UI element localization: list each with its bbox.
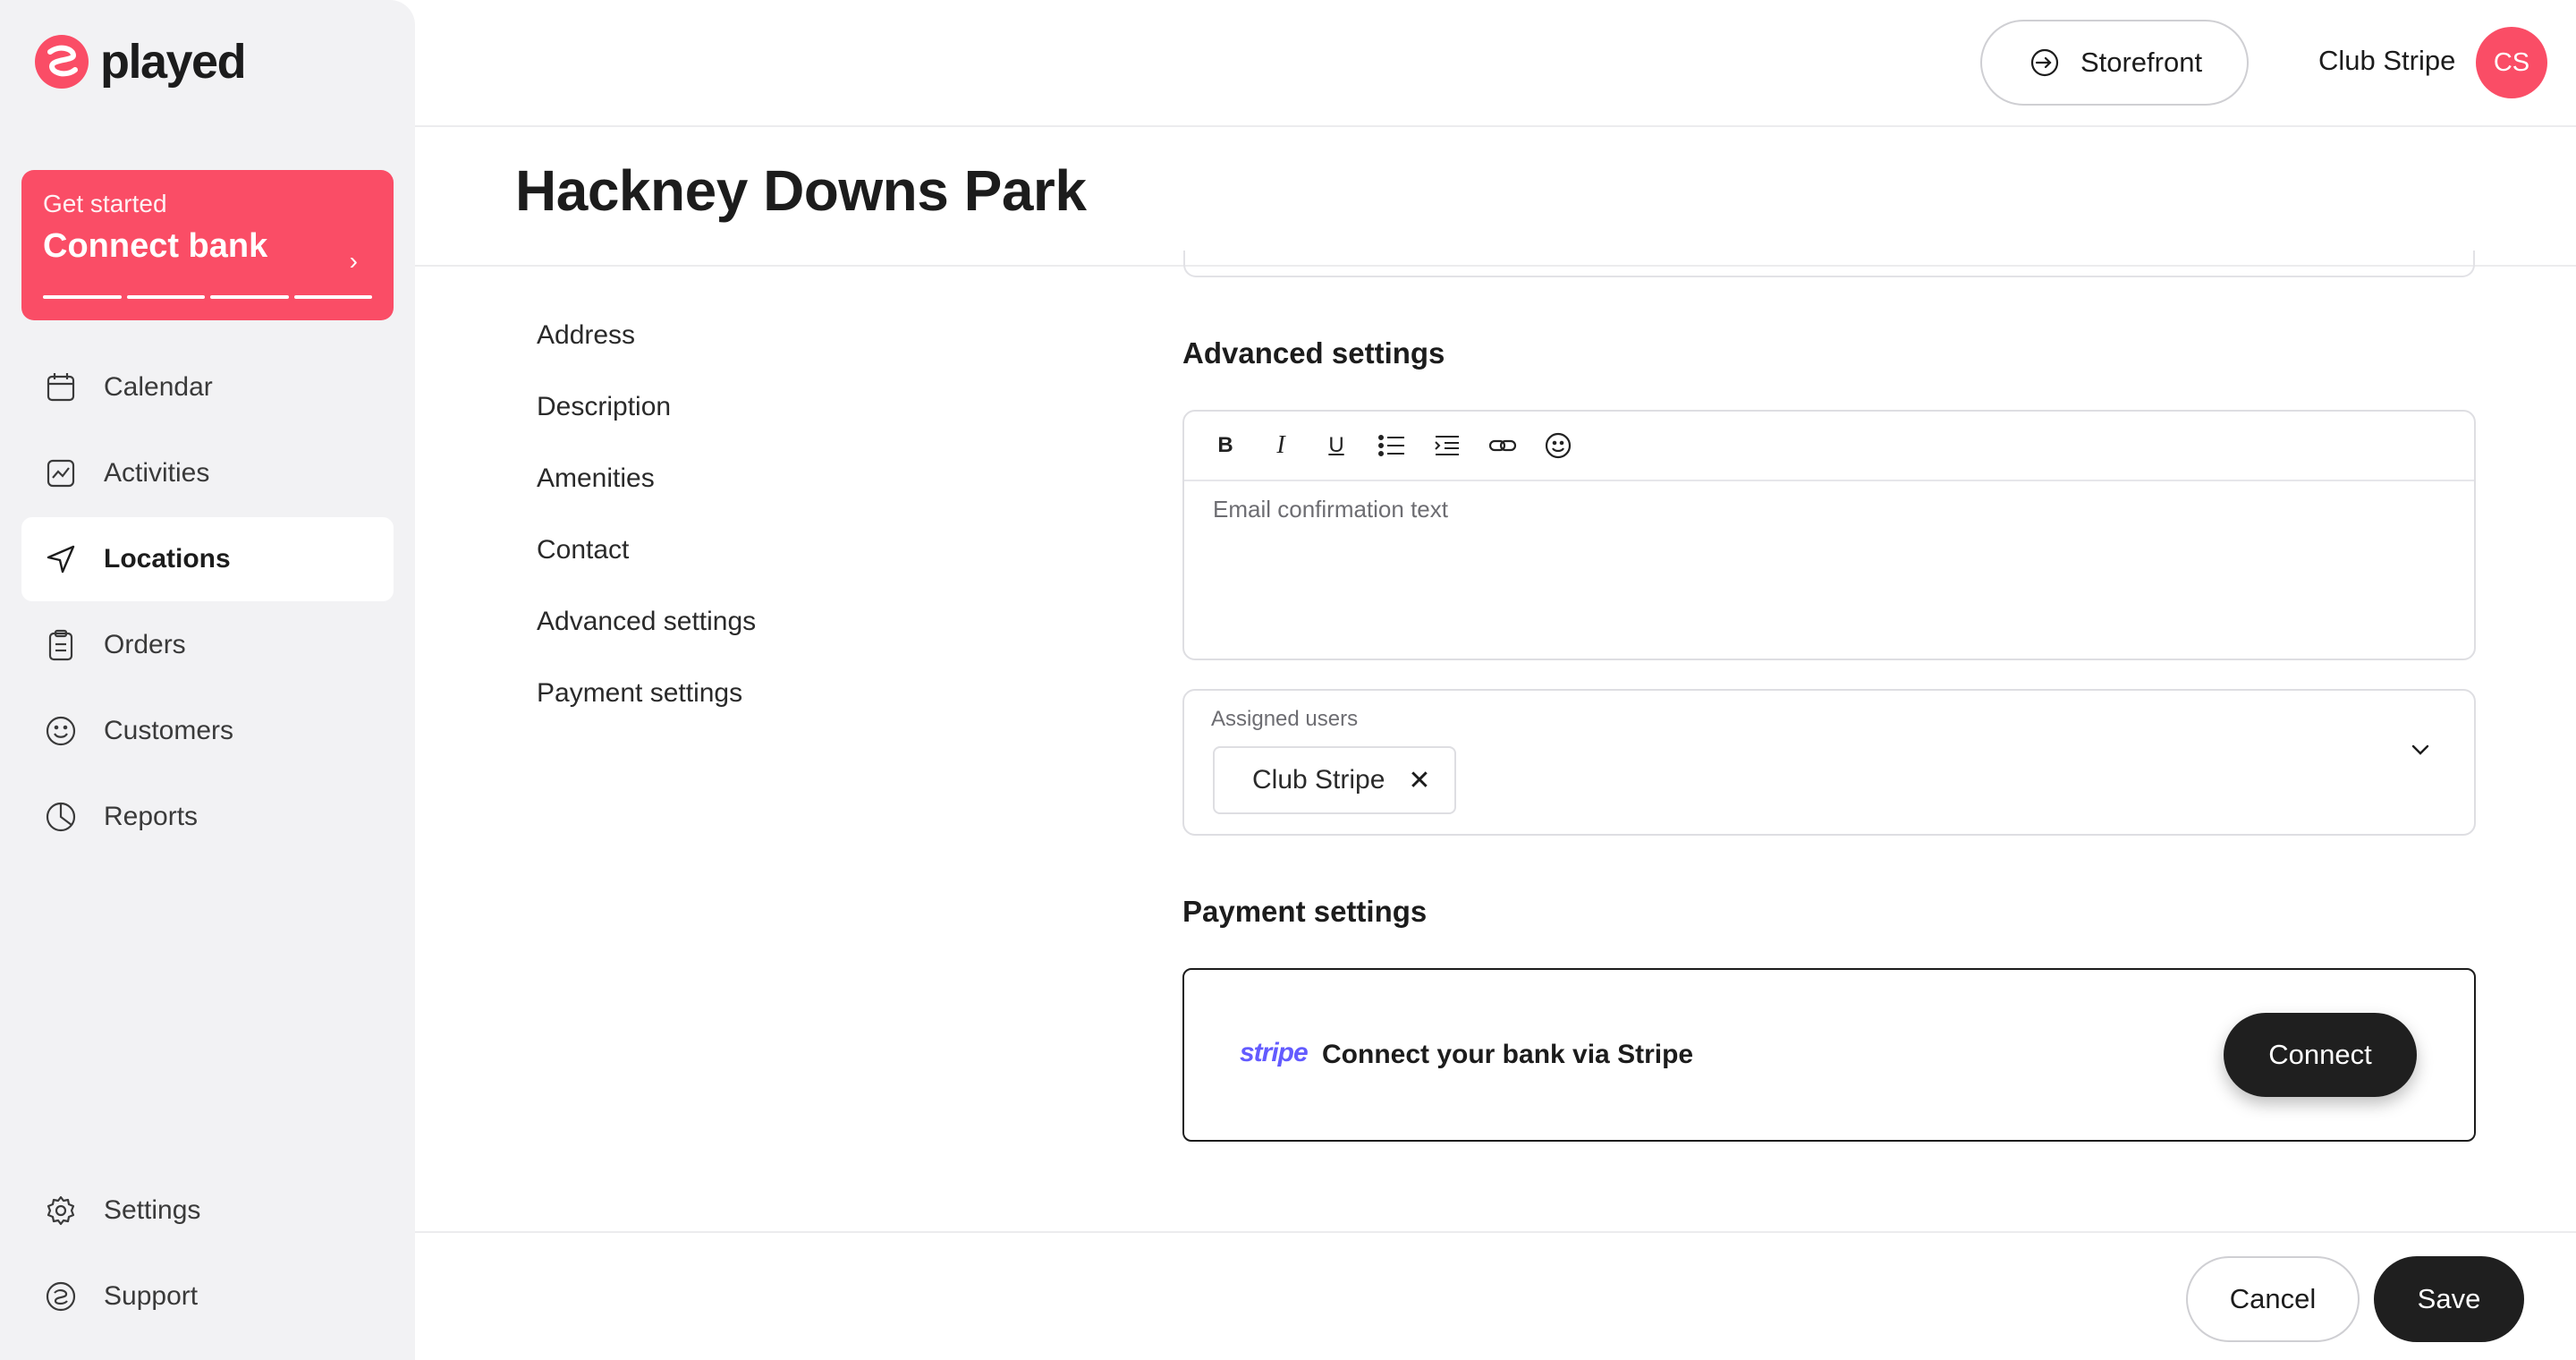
- brand-name: played: [100, 35, 247, 89]
- account-name[interactable]: Club Stripe: [2318, 45, 2455, 77]
- stripe-logo: stripe: [1240, 1038, 1309, 1067]
- storefront-button[interactable]: Storefront: [1980, 20, 2249, 106]
- sidebar-item-orders[interactable]: Orders: [21, 603, 394, 687]
- sidebar-item-label: Activities: [104, 458, 210, 488]
- sidebar-item-label: Customers: [104, 716, 234, 745]
- bold-button[interactable]: B: [1209, 429, 1241, 462]
- advanced-settings-heading: Advanced settings: [1182, 336, 1445, 370]
- section-link-payment-settings[interactable]: Payment settings: [537, 678, 756, 750]
- sidebar-item-label: Settings: [104, 1195, 201, 1225]
- section-link-advanced-settings[interactable]: Advanced settings: [537, 607, 756, 678]
- stripe-connect-card: stripe Connect your bank via Stripe Conn…: [1182, 968, 2476, 1142]
- sign-in-arrow-icon: [2030, 48, 2059, 77]
- section-link-description[interactable]: Description: [537, 392, 756, 463]
- sidebar-item-settings[interactable]: Settings: [21, 1169, 394, 1253]
- remove-user-icon[interactable]: ✕: [1408, 765, 1430, 796]
- connect-bank-title: Connect bank: [43, 227, 268, 265]
- save-button[interactable]: Save: [2374, 1256, 2524, 1342]
- section-link-contact[interactable]: Contact: [537, 535, 756, 607]
- sidebar-bottom-nav: Settings Support: [21, 1169, 394, 1340]
- payment-settings-heading: Payment settings: [1182, 895, 1428, 928]
- link-icon: [1488, 439, 1517, 452]
- storefront-label: Storefront: [2080, 47, 2203, 78]
- sidebar-item-reports[interactable]: Reports: [21, 775, 394, 859]
- brand-logo[interactable]: played: [34, 34, 247, 89]
- progress-step: [126, 295, 205, 299]
- clipboard-icon: [48, 629, 73, 661]
- sidebar-item-support[interactable]: Support: [21, 1254, 394, 1339]
- section-nav: Address Description Amenities Contact Ad…: [537, 320, 756, 750]
- assigned-users-label: Assigned users: [1211, 707, 1359, 731]
- sidebar-item-label: Support: [104, 1281, 199, 1311]
- bullet-list-button[interactable]: [1376, 429, 1408, 462]
- indent-icon: [1435, 436, 1459, 455]
- progress-step: [293, 295, 372, 299]
- previous-field-bottom: [1183, 251, 2475, 277]
- sidebar-item-label: Reports: [104, 802, 199, 831]
- avatar[interactable]: CS: [2476, 27, 2547, 98]
- connect-bank-card[interactable]: Get started Connect bank ›: [21, 170, 394, 320]
- cancel-button[interactable]: Cancel: [2186, 1256, 2360, 1342]
- sidebar-item-locations[interactable]: Locations: [21, 517, 394, 601]
- pie-chart-icon: [46, 802, 76, 832]
- email-confirmation-input[interactable]: Email confirmation text: [1184, 481, 2474, 659]
- emoji-icon: [1545, 432, 1572, 459]
- progress-step: [210, 295, 289, 299]
- section-link-amenities[interactable]: Amenities: [537, 463, 756, 535]
- sidebar-item-label: Orders: [104, 630, 186, 659]
- sidebar-nav: Calendar Activities Locations Orders Cus…: [21, 345, 394, 861]
- chevron-right-icon: ›: [349, 247, 358, 275]
- sidebar-item-label: Calendar: [104, 372, 213, 402]
- played-logo-icon: [35, 35, 89, 89]
- assigned-users-select[interactable]: Assigned users Club Stripe ✕: [1182, 689, 2476, 836]
- progress-step: [43, 295, 122, 299]
- section-link-address[interactable]: Address: [537, 320, 756, 392]
- sidebar-item-customers[interactable]: Customers: [21, 689, 394, 773]
- top-bar: Storefront Club Stripe CS: [415, 0, 2576, 127]
- chevron-down-icon[interactable]: [2406, 735, 2435, 764]
- onboarding-progress: [43, 295, 372, 299]
- gear-icon: [47, 1195, 75, 1226]
- activity-chart-icon: [47, 459, 75, 488]
- bullet-list-icon: [1378, 435, 1404, 456]
- italic-button[interactable]: I: [1265, 429, 1297, 462]
- sidebar: played Get started Connect bank › Calend…: [0, 0, 415, 1360]
- form-footer: Cancel Save: [415, 1231, 2576, 1360]
- support-icon: [46, 1281, 76, 1312]
- emoji-button[interactable]: [1542, 429, 1574, 462]
- sidebar-item-activities[interactable]: Activities: [21, 431, 394, 515]
- connect-button[interactable]: Connect: [2224, 1013, 2417, 1097]
- user-chip: Club Stripe ✕: [1213, 746, 1456, 814]
- calendar-icon: [47, 373, 75, 402]
- sidebar-item-calendar[interactable]: Calendar: [21, 345, 394, 429]
- user-chip-label: Club Stripe: [1252, 765, 1385, 795]
- smiley-icon: [46, 716, 76, 746]
- link-button[interactable]: [1487, 429, 1519, 462]
- stripe-connect-text: Connect your bank via Stripe: [1322, 1040, 1694, 1069]
- email-confirmation-editor: B I U Email confirmation text: [1182, 410, 2476, 660]
- connect-bank-subtitle: Get started: [43, 190, 167, 217]
- page-title: Hackney Downs Park: [515, 158, 1087, 223]
- editor-toolbar: B I U: [1184, 412, 2474, 481]
- location-arrow-icon: [47, 545, 75, 574]
- underline-button[interactable]: U: [1320, 429, 1352, 462]
- sidebar-item-label: Locations: [104, 544, 231, 574]
- indent-button[interactable]: [1431, 429, 1463, 462]
